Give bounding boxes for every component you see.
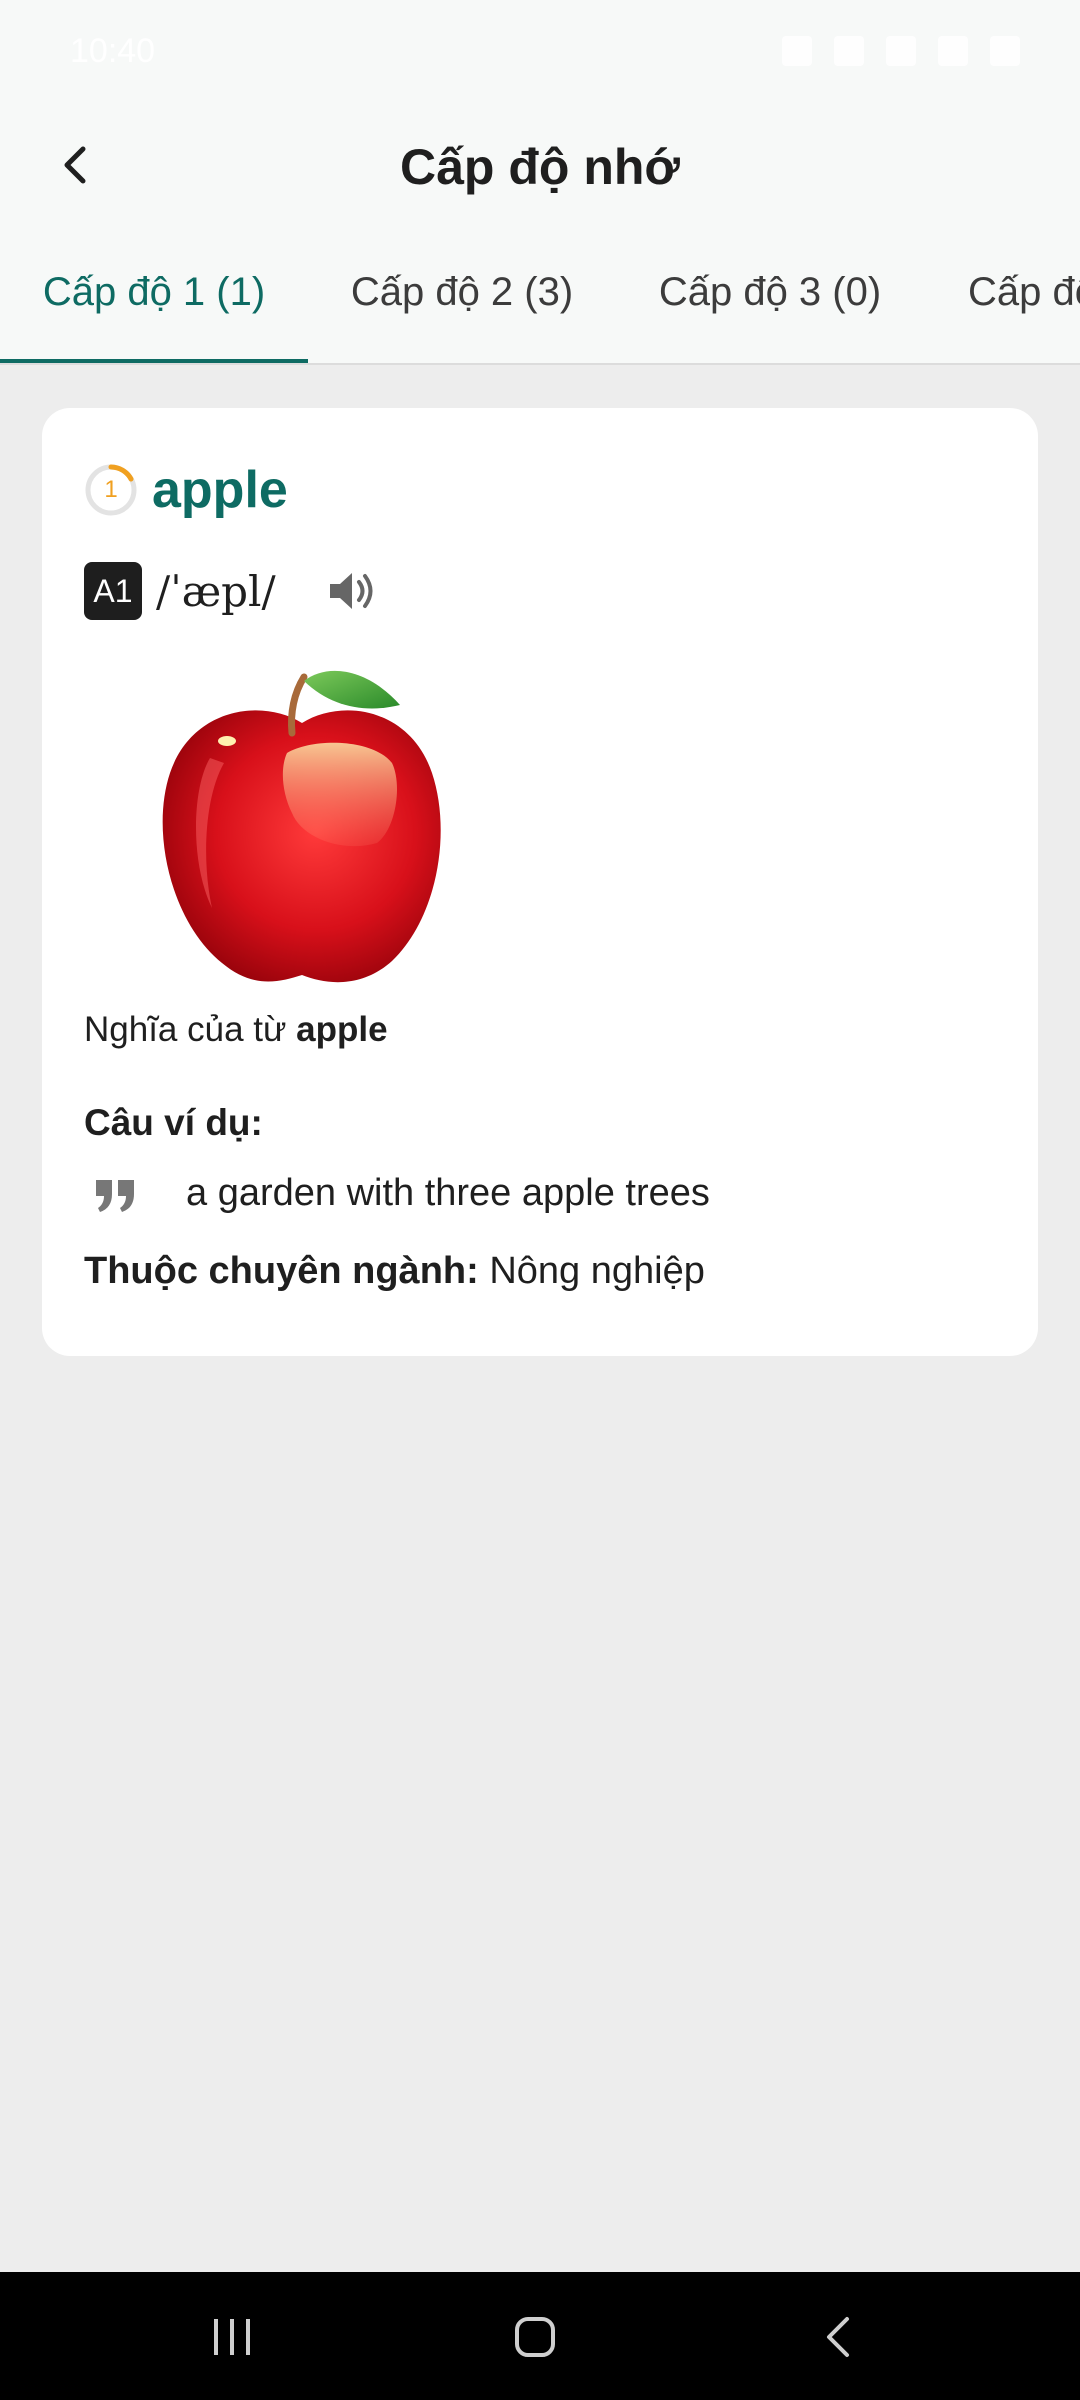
- word-card: 1 apple A1 /ˈæpl/ Nghĩa của từ apple Câu…: [42, 408, 1038, 1356]
- quote-icon: [96, 1180, 134, 1212]
- home-icon: [515, 2317, 555, 2357]
- speaker-icon: [329, 573, 373, 609]
- field-label: Thuộc chuyên ngành:: [84, 1250, 479, 1292]
- active-tab-indicator: [0, 359, 308, 363]
- apple-image: [162, 670, 441, 983]
- example-sentence: a garden with three apple trees: [186, 1172, 710, 1214]
- field-value: Nông nghiệp: [478, 1250, 705, 1292]
- word-row: 1 apple: [84, 460, 288, 520]
- example-title: Câu ví dụ:: [84, 1102, 263, 1143]
- mute-icon: [834, 36, 864, 66]
- nav-back-icon: [827, 2317, 849, 2357]
- meaning-text: Nghĩa của từ apple: [84, 1010, 388, 1050]
- tab-label: Cấp độ 3 (0): [658, 270, 882, 314]
- level-number: 1: [104, 476, 118, 503]
- tab-label: Cấp độ 1 (1): [42, 270, 266, 314]
- tab-level-1[interactable]: Cấp độ 1 (1): [0, 220, 308, 363]
- status-icons: [782, 36, 1020, 66]
- status-time: 10:40: [70, 32, 156, 70]
- notification-icon: [782, 36, 812, 66]
- app-header: Cấp độ nhớ: [0, 110, 1080, 220]
- ipa-text: /ˈæpl/: [156, 566, 276, 616]
- home-button[interactable]: [495, 2302, 575, 2372]
- meaning-word: apple: [296, 1010, 388, 1049]
- tab-level-3[interactable]: Cấp độ 3 (0): [616, 220, 924, 363]
- tab-label: Cấp độ: [968, 270, 1080, 314]
- tab-level-2[interactable]: Cấp độ 2 (3): [308, 220, 616, 363]
- cefr-badge: A1: [84, 562, 142, 620]
- speaker-button[interactable]: [324, 563, 380, 619]
- recent-apps-icon: [214, 2319, 250, 2355]
- recent-apps-button[interactable]: [192, 2302, 272, 2372]
- status-bar: 10:40: [0, 0, 1080, 110]
- field-row: Thuộc chuyên ngành: Nông nghiệp: [84, 1250, 705, 1293]
- word-title: apple: [152, 461, 288, 519]
- level-tabs: Cấp độ 1 (1) Cấp độ 2 (3) Cấp độ 3 (0) C…: [0, 220, 1080, 365]
- system-nav-bar: [0, 2272, 1080, 2400]
- page-title: Cấp độ nhớ: [400, 139, 680, 195]
- level-ring-icon: 1: [84, 463, 138, 517]
- battery-icon: [990, 36, 1020, 66]
- tab-label: Cấp độ 2 (3): [350, 270, 574, 314]
- signal-icon: [938, 36, 968, 66]
- pronunciation-row: A1 /ˈæpl/: [84, 562, 380, 620]
- wifi-icon: [886, 36, 916, 66]
- nav-back-button[interactable]: [798, 2302, 878, 2372]
- tab-level-4[interactable]: Cấp độ: [968, 220, 1080, 363]
- meaning-prefix: Nghĩa của từ: [84, 1010, 297, 1049]
